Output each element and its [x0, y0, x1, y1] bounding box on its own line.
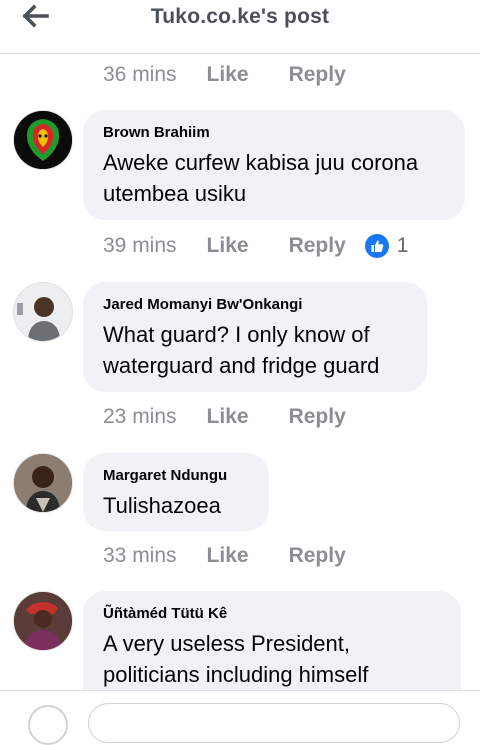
comment-input[interactable] [88, 703, 460, 743]
reply-button[interactable]: Reply [289, 63, 346, 87]
comment-bubble[interactable]: Brown Brahiim Aweke curfew kabisa juu co… [83, 110, 465, 220]
comment-author[interactable]: Ũñtàméd Tütü Kê [103, 605, 441, 623]
comment-time: 33 mins [103, 544, 177, 567]
comment-meta: 23 mins Like Reply [103, 402, 346, 432]
comment-text: A very useless President, politicians in… [103, 631, 369, 687]
like-button[interactable]: Like [207, 405, 249, 429]
person-avatar-image [14, 454, 72, 512]
reply-button[interactable]: Reply [289, 544, 346, 568]
post-header: Tuko.co.ke's post [0, 0, 480, 54]
comment-text: What guard? I only know of waterguard an… [103, 322, 380, 378]
reaction-count: 1 [396, 234, 409, 257]
comment-author[interactable]: Brown Brahiim [103, 124, 445, 142]
avatar[interactable] [13, 282, 73, 342]
thumbs-up-icon [364, 234, 389, 258]
page-title: Tuko.co.ke's post [150, 5, 330, 28]
comment-time: 39 mins [103, 234, 177, 257]
lion-avatar-image [14, 111, 72, 169]
like-button[interactable]: Like [207, 234, 249, 258]
reply-button[interactable]: Reply [289, 234, 346, 258]
comment-bubble[interactable]: Jared Momanyi Bw'Onkangi What guard? I o… [83, 282, 427, 392]
avatar[interactable] [13, 591, 73, 651]
like-button[interactable]: Like [207, 63, 249, 87]
comment-bubble[interactable]: Margaret Ndungu Tulishazoea [83, 453, 269, 531]
comment-meta: 33 mins Like Reply [103, 541, 346, 571]
camera-icon[interactable] [28, 705, 68, 745]
comment-author[interactable]: Margaret Ndungu [103, 467, 249, 485]
comment-time: 23 mins [103, 405, 177, 428]
reply-button[interactable]: Reply [289, 405, 346, 429]
avatar[interactable] [13, 110, 73, 170]
comment-text: Aweke curfew kabisa juu corona utembea u… [103, 150, 419, 206]
comment-author[interactable]: Jared Momanyi Bw'Onkangi [103, 296, 407, 314]
comment-meta: 36 mins Like Reply [103, 60, 346, 90]
comment-time: 36 mins [103, 63, 177, 86]
comment-text: Tulishazoea [103, 493, 221, 518]
comment-meta: 39 mins Like Reply 1 [103, 231, 408, 261]
person-avatar-image [14, 283, 72, 341]
comment-composer [0, 690, 480, 745]
avatar[interactable] [13, 453, 73, 513]
reaction-summary[interactable]: 1 [364, 234, 409, 258]
like-button[interactable]: Like [207, 544, 249, 568]
person-avatar-image [14, 592, 72, 650]
